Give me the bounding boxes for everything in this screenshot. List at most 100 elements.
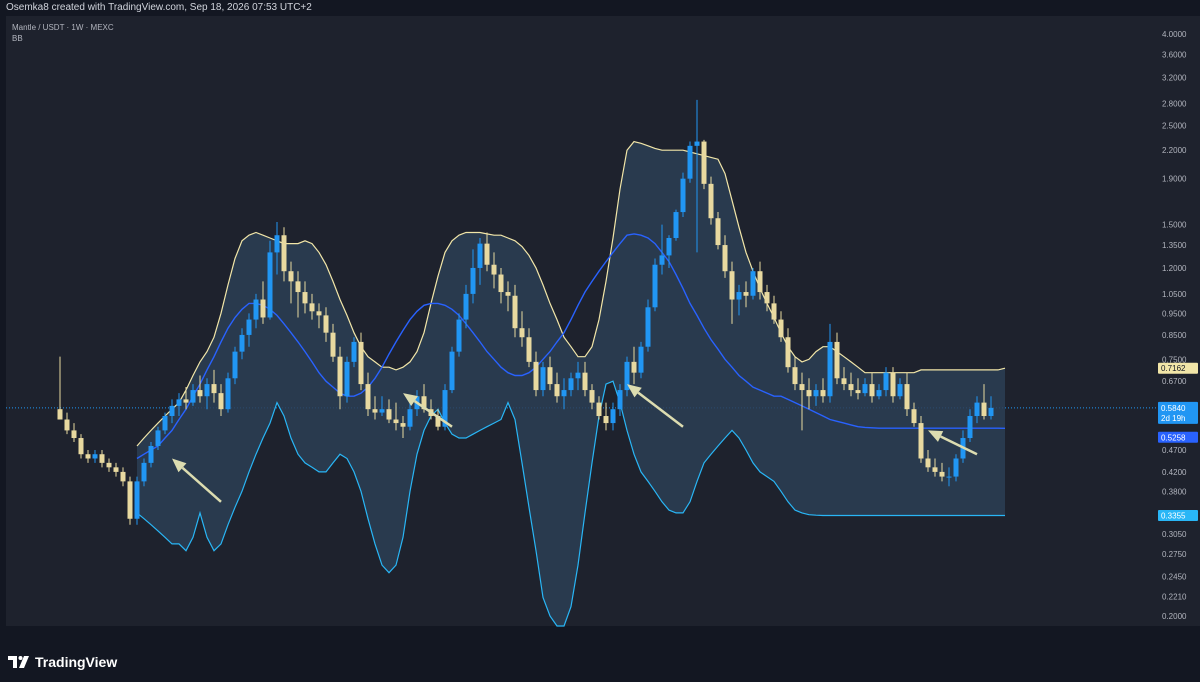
candle-body: [890, 372, 896, 397]
candle-body: [267, 252, 273, 318]
candle-body: [120, 471, 126, 482]
candle-body: [757, 271, 763, 293]
candle-body: [316, 311, 322, 316]
candle-body: [274, 235, 280, 253]
price-tick-label: 3.6000: [1162, 51, 1187, 60]
candle-body: [239, 334, 245, 352]
candle-body: [827, 341, 833, 397]
candle-body: [169, 405, 175, 417]
candle-body: [197, 390, 203, 397]
price-tick-label: 2.8000: [1162, 99, 1187, 108]
candle-body: [190, 390, 196, 403]
candle-body: [603, 416, 609, 424]
candle-body: [386, 409, 392, 420]
candle-body: [127, 481, 133, 519]
candle-body: [575, 372, 581, 379]
price-tick-label: 2.2000: [1162, 146, 1187, 155]
indicator-label[interactable]: BB: [12, 33, 114, 44]
candle-body: [589, 390, 595, 403]
candle-body: [176, 399, 182, 406]
candle-body: [680, 178, 686, 213]
candle-body: [57, 409, 63, 420]
candle-body: [799, 384, 805, 391]
candle-body: [855, 390, 861, 394]
candle-body: [736, 292, 742, 300]
bb-basis-tag: 0.5258: [1158, 431, 1198, 443]
candle-body: [491, 264, 497, 275]
price-tick-label: 4.0000: [1162, 30, 1187, 39]
candle-body: [617, 390, 623, 410]
candle-body: [302, 292, 308, 304]
candle-body: [540, 367, 546, 391]
bb-lower-value: 0.3355: [1161, 512, 1186, 521]
candle-body: [764, 292, 770, 304]
candle-body: [750, 271, 756, 296]
candle-body: [344, 361, 350, 397]
price-tick-label: 0.8500: [1162, 331, 1187, 340]
candle-body: [232, 351, 238, 379]
candle-body: [715, 218, 721, 246]
candle-body: [351, 341, 357, 362]
symbol-title[interactable]: Mantle / USDT · 1W · MEXC: [12, 22, 114, 33]
price-tick-label: 1.5000: [1162, 221, 1187, 230]
candle-body: [106, 462, 112, 468]
bb-upper-value: 0.7162: [1161, 364, 1186, 373]
candle-body: [477, 243, 483, 268]
tradingview-logo[interactable]: TradingView: [8, 654, 117, 670]
candle-body: [141, 462, 147, 482]
candle-body: [925, 458, 931, 468]
candle-body: [554, 384, 560, 397]
candle-body: [883, 372, 889, 391]
candle-body: [484, 243, 490, 265]
price-tick-label: 1.9000: [1162, 175, 1187, 184]
candle-body: [911, 409, 917, 424]
candle-body: [155, 430, 161, 446]
candle-body: [638, 346, 644, 373]
candle-body: [953, 458, 959, 477]
candle-body: [519, 328, 525, 338]
price-tick-label: 0.4200: [1162, 468, 1187, 477]
candle-body: [85, 454, 91, 459]
candle-body: [449, 351, 455, 391]
candle-body: [393, 419, 399, 424]
candle-body: [113, 467, 119, 472]
candle-body: [820, 390, 826, 397]
candle-body: [610, 409, 616, 424]
last-price-value: 0.5840: [1161, 404, 1186, 413]
price-tick-label: 1.0500: [1162, 290, 1187, 299]
candle-body: [862, 384, 868, 394]
candle-body: [778, 319, 784, 338]
bb-upper-tag: 0.7162: [1158, 362, 1198, 374]
candle-body: [211, 384, 217, 394]
candle-body: [876, 390, 882, 397]
candle-body: [743, 292, 749, 296]
candle-body: [904, 384, 910, 410]
candle-body: [400, 423, 406, 427]
candle-body: [918, 423, 924, 459]
chart-legend[interactable]: Mantle / USDT · 1W · MEXC BB: [12, 22, 114, 44]
candle-body: [456, 319, 462, 352]
candle-body: [204, 384, 210, 397]
price-tick-label: 0.2000: [1162, 612, 1187, 621]
candle-body: [813, 390, 819, 397]
candle-body: [708, 183, 714, 219]
candle-body: [729, 271, 735, 300]
candle-body: [407, 409, 413, 427]
candle-body: [848, 384, 854, 391]
candle-body: [337, 356, 343, 397]
candle-body: [92, 454, 98, 459]
candle-body: [659, 255, 665, 265]
candle-body: [974, 402, 980, 417]
candle-body: [869, 384, 875, 397]
candle-body: [78, 438, 84, 455]
price-tick-label: 0.2210: [1162, 593, 1187, 602]
candlestick-chart[interactable]: 4.0000 3.6000 3.2000 2.8000 2.5000 2.2000 1.90…: [0, 0, 1200, 640]
candle-body: [834, 341, 840, 379]
price-tags: 0.7162 0.5840 2d 19h 0.5258 0.3355: [1158, 362, 1198, 522]
tradingview-logo-icon: [8, 656, 29, 668]
candle-body: [939, 471, 945, 477]
price-tick-label: 1.2000: [1162, 264, 1187, 273]
candle-body: [841, 378, 847, 385]
candle-body: [218, 393, 224, 410]
candle-body: [946, 476, 952, 478]
